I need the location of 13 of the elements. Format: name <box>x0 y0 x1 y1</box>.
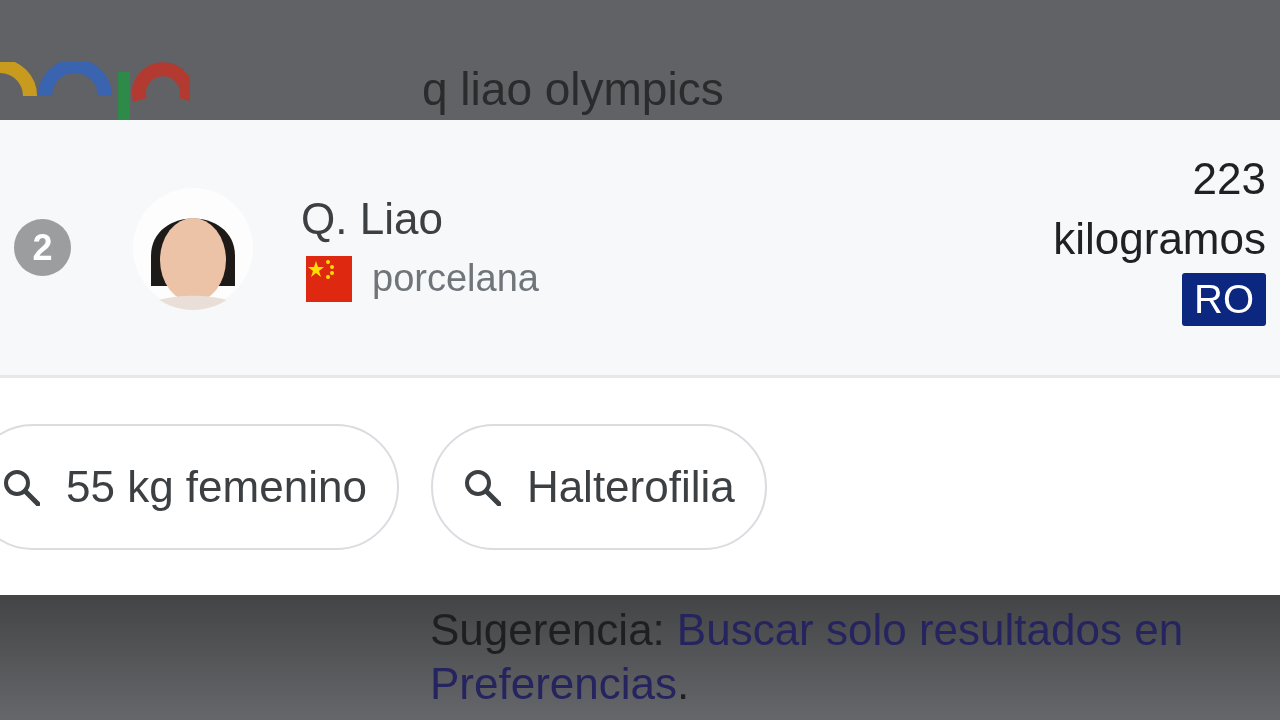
score-value: 223 <box>1192 153 1266 205</box>
score-unit: kilogramos <box>1053 213 1266 265</box>
rank-badge: 2 <box>14 219 71 276</box>
flag-icon <box>306 255 352 302</box>
period-text: . <box>677 659 690 708</box>
athlete-name[interactable]: Q. Liao <box>301 193 539 244</box>
search-icon <box>462 467 501 506</box>
search-icon <box>2 467 40 506</box>
country-name: porcelana <box>372 257 539 300</box>
record-badge: RO <box>1182 273 1266 326</box>
logo-icon <box>0 62 190 120</box>
related-search-chip[interactable]: Halterofilia <box>430 423 767 550</box>
related-search-chip[interactable]: 55 kg femenino <box>0 423 399 550</box>
